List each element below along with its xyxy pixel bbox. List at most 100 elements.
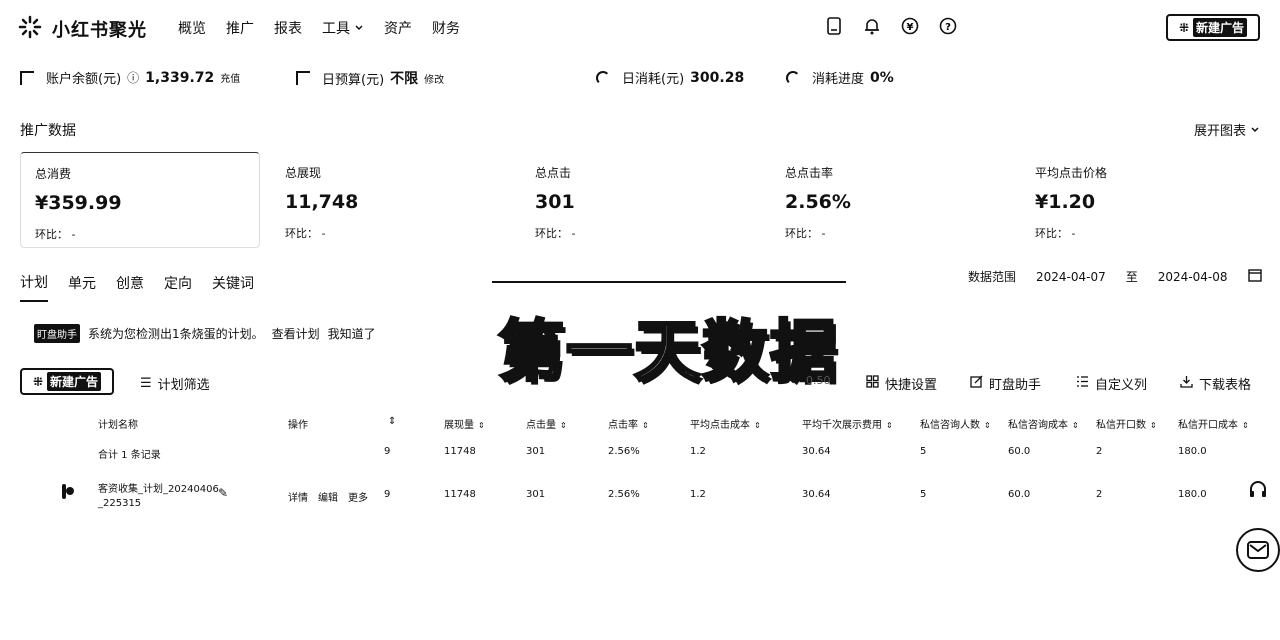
message-icon[interactable] [1236, 528, 1280, 572]
col-open-count-label: 私信开口数 [1096, 420, 1146, 431]
plan-name-line2[interactable]: _225315 [98, 498, 141, 509]
col-cpm-label: 平均千次展示费用 [802, 420, 882, 431]
expand-label: 展开图表 [1193, 124, 1246, 139]
col-cpc[interactable]: 平均点击成本 ⇕ [690, 416, 761, 431]
row-clicks: 301 [526, 489, 546, 500]
col-clicks[interactable]: 点击量 ⇕ [526, 416, 567, 431]
action-edit[interactable]: 编辑 [318, 489, 338, 504]
calendar-icon[interactable] [1247, 268, 1262, 285]
date-range-label: 数据范围 [968, 270, 1017, 284]
chevron-down-icon [355, 25, 363, 31]
promo-title: 推广数据 [20, 123, 76, 139]
sort-icon: ⇕ [560, 421, 567, 430]
metric-card-spend[interactable]: 总消费 ¥359.99 环比： - [20, 152, 260, 248]
ghost-value: 0.50 [806, 374, 831, 387]
tab-unit[interactable]: 单元 [68, 273, 96, 301]
bell-icon[interactable] [862, 16, 882, 36]
spend-icon [596, 70, 610, 85]
col-open-cost[interactable]: 私信开口成本 ⇕ [1178, 416, 1249, 431]
logo-icon [18, 15, 42, 39]
sort-icon[interactable]: ⇕ [388, 416, 396, 427]
metric-label: 总点击率 [785, 166, 834, 180]
summary-ctr: 2.56% [608, 446, 640, 457]
expand-chart-button[interactable]: 展开图表 [1194, 120, 1260, 139]
date-start[interactable]: 2024-04-07 [1036, 270, 1106, 284]
col-cpm[interactable]: 平均千次展示费用 ⇕ [802, 416, 893, 431]
progress-stat: 消耗进度 0% [786, 68, 894, 87]
nav-promotion[interactable]: 推广 [226, 18, 254, 38]
summary-open-count: 2 [1096, 446, 1103, 457]
summary-dm-cost: 60.0 [1008, 446, 1031, 457]
view-plan-link[interactable]: 查看计划 [272, 325, 320, 342]
sort-icon: ⇕ [754, 421, 761, 430]
col-open-cost-label: 私信开口成本 [1178, 420, 1238, 431]
dismiss-link[interactable]: 我知道了 [328, 325, 376, 342]
plan-filter-label: 计划筛选 [157, 378, 210, 393]
budget-edit-link[interactable]: 修改 [424, 71, 444, 86]
assistant-button[interactable]: 盯盘助手 [970, 374, 1041, 393]
header-icons: ¥ ? [824, 16, 958, 36]
help-icon[interactable]: ? [938, 16, 958, 36]
metric-label: 平均点击价格 [1035, 166, 1108, 180]
headset-icon[interactable] [1248, 480, 1268, 504]
balance-icon [20, 70, 34, 85]
budget-label: 日预算(元) [322, 72, 385, 88]
metric-card-ctr[interactable]: 总点击率 2.56% 环比： - [771, 152, 1011, 248]
recharge-link[interactable]: 充值 [220, 70, 240, 85]
new-ad-button-secondary[interactable]: ⁜ 新建广告 [20, 368, 114, 395]
budget-stat: 日预算(元) 不限 修改 [296, 68, 444, 88]
plan-toggle[interactable] [62, 484, 66, 499]
summary-op: 9 [384, 446, 391, 457]
col-dm-cost[interactable]: 私信咨询成本 ⇕ [1008, 416, 1079, 431]
row-cpm: 30.64 [802, 489, 831, 500]
info-icon[interactable]: ⓘ [127, 69, 139, 86]
new-ad-label: 新建广告 [47, 372, 102, 391]
nav-reports[interactable]: 报表 [274, 18, 302, 38]
spend-stat: 日消耗(元) 300.28 [596, 68, 744, 87]
metric-label: 总展现 [285, 166, 322, 180]
metric-label: 总点击 [535, 166, 572, 180]
col-dm-users[interactable]: 私信咨询人数 ⇕ [920, 416, 991, 431]
balance-label: 账户余额(元) [46, 72, 122, 87]
metric-compare: 环比： - [1035, 227, 1076, 240]
action-detail[interactable]: 详情 [288, 489, 308, 504]
col-open-count[interactable]: 私信开口数 ⇕ [1096, 416, 1157, 431]
plan-name-line1[interactable]: 客资收集_计划_20240406 [98, 480, 219, 495]
nav-overview[interactable]: 概览 [178, 18, 206, 38]
plan-filter-button[interactable]: ☰ 计划筛选 [140, 374, 210, 393]
metric-card-impressions[interactable]: 总展现 11,748 环比： - [271, 152, 511, 248]
alert-notice: 盯盘助手 系统为您检测出1条烧蛋的计划。 查看计划 我知道了 [34, 324, 376, 343]
top-nav: 概览 推广 报表 工具 资产 财务 [178, 18, 480, 38]
new-ad-label: 新建广告 [1193, 18, 1248, 37]
col-dm-cost-label: 私信咨询成本 [1008, 420, 1068, 431]
quick-settings-button[interactable]: 快捷设置 [866, 374, 937, 393]
metric-card-clicks[interactable]: 总点击 301 环比： - [521, 152, 761, 248]
metric-compare: 环比： - [535, 227, 576, 240]
row-open-cost: 180.0 [1178, 489, 1207, 500]
list-icon [1076, 375, 1089, 392]
sort-icon: ⇕ [642, 421, 649, 430]
col-impressions[interactable]: 展现量 ⇕ [444, 416, 485, 431]
metric-compare: 环比： - [785, 227, 826, 240]
metric-card-cpc[interactable]: 平均点击价格 ¥1.20 环比： - [1021, 152, 1261, 248]
custom-columns-button[interactable]: 自定义列 [1076, 374, 1147, 393]
download-label: 下载表格 [1199, 378, 1252, 393]
tab-plan[interactable]: 计划 [20, 272, 48, 302]
date-end[interactable]: 2024-04-08 [1158, 270, 1228, 284]
edit-pencil-icon[interactable]: ✎ [218, 486, 228, 500]
nav-finance[interactable]: 财务 [432, 18, 460, 38]
action-more[interactable]: 更多 [348, 489, 368, 504]
tab-keywords[interactable]: 关键词 [212, 273, 254, 301]
currency-icon[interactable]: ¥ [900, 16, 920, 36]
tab-creative[interactable]: 创意 [116, 273, 144, 301]
download-icon [1180, 375, 1193, 392]
tab-targeting[interactable]: 定向 [164, 273, 192, 301]
new-ad-button[interactable]: ⁜ 新建广告 [1166, 14, 1260, 41]
assistant-label: 盯盘助手 [989, 378, 1042, 393]
nav-assets[interactable]: 资产 [384, 18, 412, 38]
notice-text: 系统为您检测出1条烧蛋的计划。 [88, 327, 264, 341]
col-ctr[interactable]: 点击率 ⇕ [608, 416, 649, 431]
tablet-icon[interactable] [824, 16, 844, 36]
nav-tools[interactable]: 工具 [322, 18, 364, 38]
download-table-button[interactable]: 下载表格 [1180, 374, 1251, 393]
